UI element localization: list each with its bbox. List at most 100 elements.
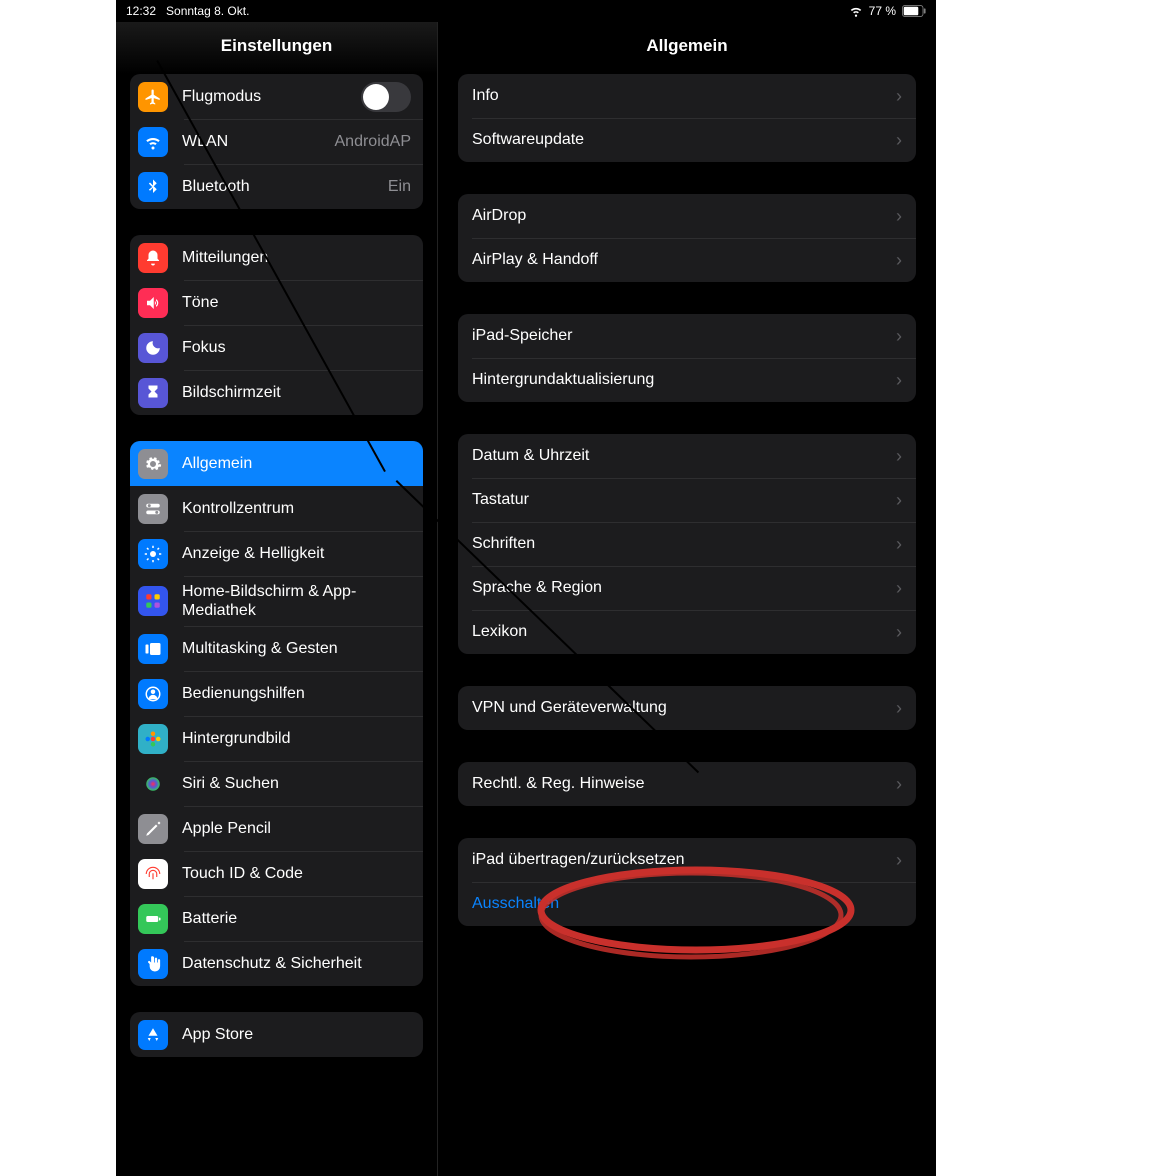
person-icon (138, 679, 168, 709)
sidebar-item-detail: Ein (388, 178, 411, 196)
wifi-icon (138, 127, 168, 157)
detail-row-bgrefresh[interactable]: Hintergrundaktualisierung› (458, 358, 916, 402)
sidebar-item-label: Batterie (182, 909, 411, 928)
detail-row-storage[interactable]: iPad-Speicher› (458, 314, 916, 358)
battery-icon (902, 5, 926, 17)
battery-percent: 77 % (869, 4, 896, 18)
battery-icon (138, 904, 168, 934)
sidebar-scroll[interactable]: Flugmodus WLAN AndroidAP Bluetooth Ein Mittei… (116, 74, 437, 1176)
bell-icon (138, 243, 168, 273)
detail-row-label: Sprache & Region (472, 579, 896, 597)
detail-row-label: Info (472, 87, 896, 105)
hourglass-icon (138, 378, 168, 408)
sidebar-item-wallpaper[interactable]: Hintergrundbild (130, 716, 423, 761)
sidebar-item-airplane[interactable]: Flugmodus (130, 74, 423, 119)
sidebar-item-wlan[interactable]: WLAN AndroidAP (130, 119, 423, 164)
sidebar-item-accessibility[interactable]: Bedienungshilfen (130, 671, 423, 716)
detail-row-label: Hintergrundaktualisierung (472, 371, 896, 389)
detail-group: Rechtl. & Reg. Hinweise› (458, 762, 916, 806)
detail-group: Datum & Uhrzeit›Tastatur›Schriften›Sprac… (458, 434, 916, 654)
chevron-right-icon: › (896, 850, 902, 871)
grid-icon (138, 586, 168, 616)
detail-row-transfer[interactable]: iPad übertragen/zurücksetzen› (458, 838, 916, 882)
sidebar-item-label: Bedienungshilfen (182, 684, 411, 703)
detail-row-info[interactable]: Info› (458, 74, 916, 118)
sidebar-item-focus[interactable]: Fokus (130, 325, 423, 370)
detail-row-language[interactable]: Sprache & Region› (458, 566, 916, 610)
pencil-icon (138, 814, 168, 844)
sidebar-item-pencil[interactable]: Apple Pencil (130, 806, 423, 851)
sidebar-item-label: Flugmodus (182, 87, 361, 106)
detail-scroll[interactable]: Info›Softwareupdate›AirDrop›AirPlay & Ha… (438, 74, 936, 1176)
sidebar-item-controlcenter[interactable]: Kontrollzentrum (130, 486, 423, 531)
switches-icon (138, 494, 168, 524)
sidebar-item-screentime[interactable]: Bildschirmzeit (130, 370, 423, 415)
toggle-airplane[interactable] (361, 82, 411, 112)
speaker-icon (138, 288, 168, 318)
sidebar-item-battery[interactable]: Batterie (130, 896, 423, 941)
sidebar-group: Allgemein Kontrollzentrum Anzeige & Hellig… (130, 441, 423, 986)
sidebar-item-display[interactable]: Anzeige & Helligkeit (130, 531, 423, 576)
stage-icon (138, 634, 168, 664)
detail-group: Info›Softwareupdate› (458, 74, 916, 162)
chevron-right-icon: › (896, 774, 902, 795)
airplane-icon (138, 82, 168, 112)
chevron-right-icon: › (896, 446, 902, 467)
sidebar-title: Einstellungen (116, 22, 437, 74)
detail-row-label: AirPlay & Handoff (472, 251, 896, 269)
sidebar-item-label: Fokus (182, 338, 411, 357)
detail-row-keyboard[interactable]: Tastatur› (458, 478, 916, 522)
detail-row-fonts[interactable]: Schriften› (458, 522, 916, 566)
sidebar-item-label: Touch ID & Code (182, 864, 411, 883)
status-time: 12:32 (126, 4, 156, 18)
sidebar-item-label: WLAN (182, 132, 327, 151)
detail-row-label: AirDrop (472, 207, 896, 225)
sidebar-item-homescreen[interactable]: Home-Bildschirm & App-Mediathek (130, 576, 423, 626)
sidebar-item-appstore[interactable]: App Store (130, 1012, 423, 1057)
sidebar-item-multitasking[interactable]: Multitasking & Gesten (130, 626, 423, 671)
sidebar-item-label: Bluetooth (182, 177, 380, 196)
detail-row-vpn[interactable]: VPN und Geräteverwaltung› (458, 686, 916, 730)
sidebar-item-notifications[interactable]: Mitteilungen (130, 235, 423, 280)
sidebar-item-label: Multitasking & Gesten (182, 639, 411, 658)
sidebar-item-general[interactable]: Allgemein (130, 441, 423, 486)
flower-icon (138, 724, 168, 754)
detail-title: Allgemein (438, 22, 936, 74)
sidebar-item-sounds[interactable]: Töne (130, 280, 423, 325)
detail-row-legal[interactable]: Rechtl. & Reg. Hinweise› (458, 762, 916, 806)
detail-row-softwareupdate[interactable]: Softwareupdate› (458, 118, 916, 162)
detail-row-label: Ausschalten (472, 895, 902, 913)
detail-row-dictionary[interactable]: Lexikon› (458, 610, 916, 654)
moon-icon (138, 333, 168, 363)
sunburst-icon (138, 539, 168, 569)
detail-row-airplay[interactable]: AirPlay & Handoff› (458, 238, 916, 282)
chevron-right-icon: › (896, 206, 902, 227)
chevron-right-icon: › (896, 622, 902, 643)
detail-row-datetime[interactable]: Datum & Uhrzeit› (458, 434, 916, 478)
detail-row-label: Lexikon (472, 623, 896, 641)
sidebar-item-privacy[interactable]: Datenschutz & Sicherheit (130, 941, 423, 986)
status-date: Sonntag 8. Okt. (166, 4, 249, 18)
chevron-right-icon: › (896, 250, 902, 271)
detail-row-label: Schriften (472, 535, 896, 553)
detail-row-shutdown[interactable]: Ausschalten (458, 882, 916, 926)
sidebar-item-label: Anzeige & Helligkeit (182, 544, 411, 563)
sidebar-item-label: Mitteilungen (182, 248, 411, 267)
sidebar-item-siri[interactable]: Siri & Suchen (130, 761, 423, 806)
fingerprint-icon (138, 859, 168, 889)
sidebar-item-label: Apple Pencil (182, 819, 411, 838)
sidebar-item-detail: AndroidAP (335, 133, 412, 151)
chevron-right-icon: › (896, 370, 902, 391)
sidebar-item-label: Home-Bildschirm & App-Mediathek (182, 582, 411, 620)
sidebar-item-label: Kontrollzentrum (182, 499, 411, 518)
sidebar-group: App Store (130, 1012, 423, 1057)
siri-icon (138, 769, 168, 799)
sidebar-item-label: App Store (182, 1025, 411, 1044)
detail-row-label: Tastatur (472, 491, 896, 509)
detail-row-airdrop[interactable]: AirDrop› (458, 194, 916, 238)
sidebar-item-touchid[interactable]: Touch ID & Code (130, 851, 423, 896)
sidebar-item-bluetooth[interactable]: Bluetooth Ein (130, 164, 423, 209)
hand-icon (138, 949, 168, 979)
sidebar-item-label: Hintergrundbild (182, 729, 411, 748)
sidebar-group: Mitteilungen Töne Fokus Bildschirmzeit (130, 235, 423, 415)
